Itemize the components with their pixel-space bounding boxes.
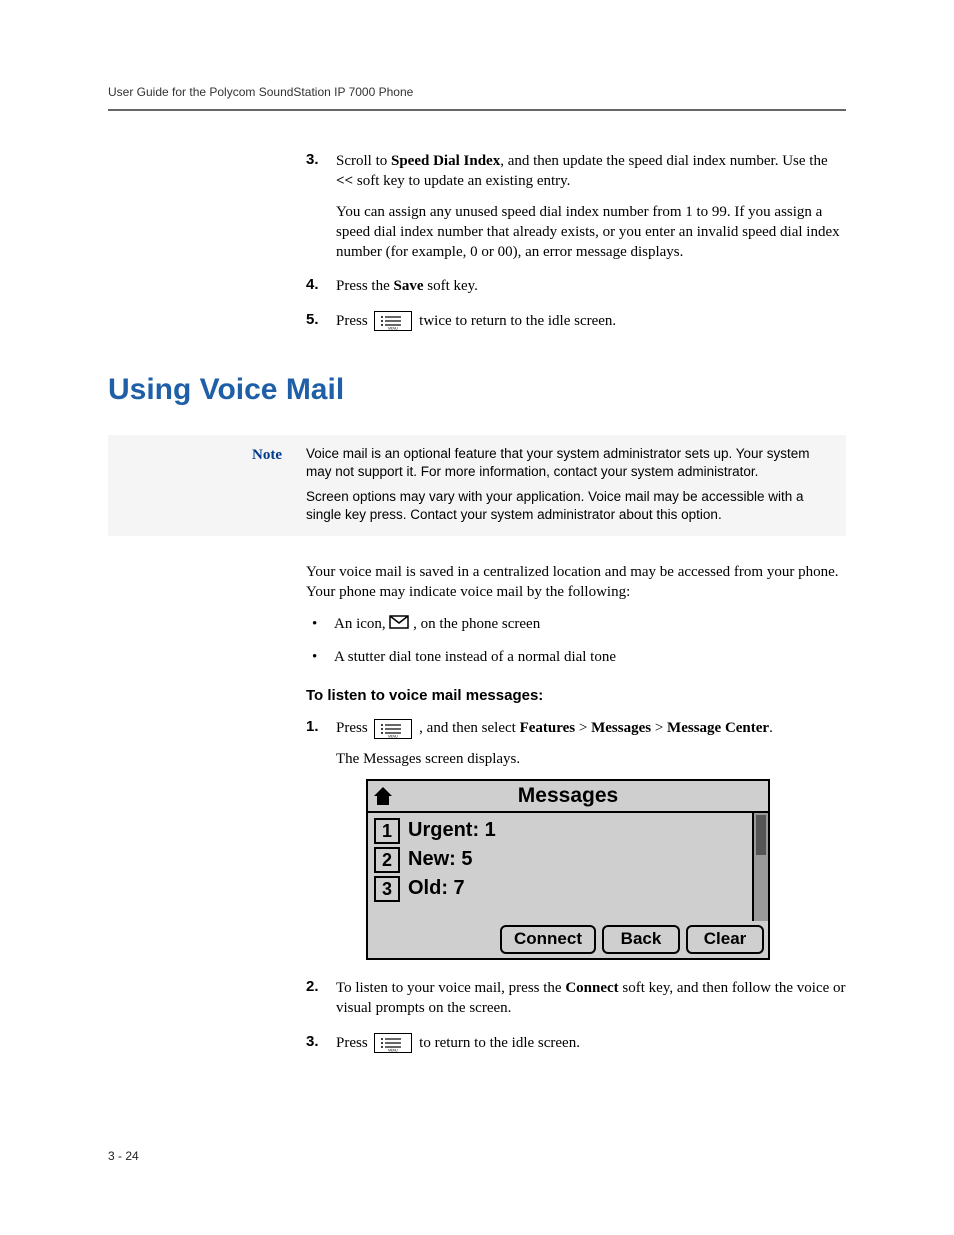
list-item: 1 Urgent: 1 [374, 817, 746, 844]
bullet-item: A stutter dial tone instead of a normal … [306, 647, 846, 667]
step-body: Press the Save soft key. [336, 276, 846, 296]
step-3b: 3. Press MENU [306, 1033, 846, 1054]
text: . [769, 720, 773, 736]
softkey-back: Back [602, 925, 680, 954]
text: , and then update the speed dial index n… [500, 153, 827, 169]
softkey-name: << [336, 173, 353, 189]
softkey-clear: Clear [686, 925, 764, 954]
text: , and then select [419, 720, 519, 736]
phone-list: 1 Urgent: 1 2 New: 5 3 Old: 7 [368, 813, 752, 921]
softkey-connect: Connect [500, 925, 596, 954]
step-number: 3. [306, 151, 336, 262]
step-body: Press MENU , and then select Features > … [336, 718, 846, 960]
section-heading: Using Voice Mail [108, 373, 846, 407]
phone-body: 1 Urgent: 1 2 New: 5 3 Old: 7 [368, 813, 768, 921]
menu-path: Messages [591, 720, 651, 736]
step-3: 3. Scroll to Speed Dial Index, and then … [306, 151, 846, 262]
svg-text:MENU: MENU [389, 327, 399, 331]
text: twice to return to the idle screen. [419, 313, 616, 329]
step-number: 2. [306, 978, 336, 1019]
text-bold: Save [394, 278, 424, 294]
text: An icon, [334, 616, 389, 632]
sub-heading: To listen to voice mail messages: [306, 687, 846, 704]
text: Press [336, 313, 371, 329]
note-body: Voice mail is an optional feature that y… [306, 445, 832, 524]
home-icon [368, 781, 398, 811]
step-4: 4. Press the Save soft key. [306, 276, 846, 296]
text: Press [336, 720, 371, 736]
step-body: Scroll to Speed Dial Index, and then upd… [336, 151, 846, 262]
step-number: 4. [306, 276, 336, 296]
text: The Messages screen displays. [336, 749, 846, 769]
step-5: 5. Press MENU [306, 311, 846, 332]
phone-titlebar: Messages [368, 781, 768, 813]
step-2: 2. To listen to your voice mail, press t… [306, 978, 846, 1019]
paragraph: Your voice mail is saved in a centralize… [306, 562, 846, 603]
text-bold: Connect [565, 980, 618, 996]
step-body: Press MENU to return to the idle screen. [336, 1033, 846, 1054]
prev-steps-list: 3. Scroll to Speed Dial Index, and then … [306, 151, 846, 331]
text: , on the phone screen [413, 616, 540, 632]
text: You can assign any unused speed dial ind… [336, 202, 846, 263]
page-number: 3 - 24 [108, 1149, 139, 1163]
text: > [651, 720, 667, 736]
text: To listen to your voice mail, press the [336, 980, 565, 996]
list-item: 2 New: 5 [374, 846, 746, 873]
running-header: User Guide for the Polycom SoundStation … [108, 85, 846, 111]
text: Press [336, 1035, 371, 1051]
step-body: To listen to your voice mail, press the … [336, 978, 846, 1019]
page: User Guide for the Polycom SoundStation … [0, 0, 954, 1235]
text: > [575, 720, 591, 736]
note-text: Screen options may vary with your applic… [306, 488, 832, 524]
note-text: Voice mail is an optional feature that y… [306, 445, 832, 481]
prev-steps-block: 3. Scroll to Speed Dial Index, and then … [306, 151, 846, 331]
text: soft key to update an existing entry. [353, 173, 570, 189]
step-1: 1. Press MENU , [306, 718, 846, 960]
list-item: 3 Old: 7 [374, 875, 746, 902]
svg-text:MENU: MENU [389, 1049, 399, 1053]
main-content: Your voice mail is saved in a centralize… [306, 562, 846, 1053]
row-label: Urgent: 1 [408, 817, 496, 844]
row-index: 1 [374, 818, 400, 844]
scrollbar [752, 813, 768, 921]
phone-screenshot: Messages 1 Urgent: 1 2 New: 5 [366, 779, 770, 960]
step-number: 3. [306, 1033, 336, 1054]
text: soft key. [424, 278, 478, 294]
row-label: Old: 7 [408, 875, 465, 902]
softkey-row: Connect Back Clear [368, 921, 768, 958]
menu-path: Message Center [667, 720, 769, 736]
text: to return to the idle screen. [419, 1035, 580, 1051]
menu-path: Features [520, 720, 576, 736]
menu-key-icon: MENU [374, 311, 412, 331]
svg-text:MENU: MENU [389, 734, 399, 738]
step-body: Press MENU twice to return to the idle s… [336, 311, 846, 332]
menu-key-icon: MENU [374, 1033, 412, 1053]
note-block: Note Voice mail is an optional feature t… [108, 435, 846, 536]
note-label: Note [122, 445, 306, 464]
row-index: 3 [374, 876, 400, 902]
menu-key-icon: MENU [374, 719, 412, 739]
row-index: 2 [374, 847, 400, 873]
step-number: 5. [306, 311, 336, 332]
bullet-item: An icon, , on the phone screen [306, 614, 846, 635]
bullet-list: An icon, , on the phone screen A stutter… [306, 614, 846, 667]
text-bold: Speed Dial Index [391, 153, 500, 169]
listen-steps-list: 1. Press MENU , [306, 718, 846, 1053]
envelope-icon [389, 615, 409, 635]
step-number: 1. [306, 718, 336, 960]
phone-title: Messages [368, 782, 768, 810]
text: Press the [336, 278, 394, 294]
row-label: New: 5 [408, 846, 472, 873]
text: Scroll to [336, 153, 391, 169]
